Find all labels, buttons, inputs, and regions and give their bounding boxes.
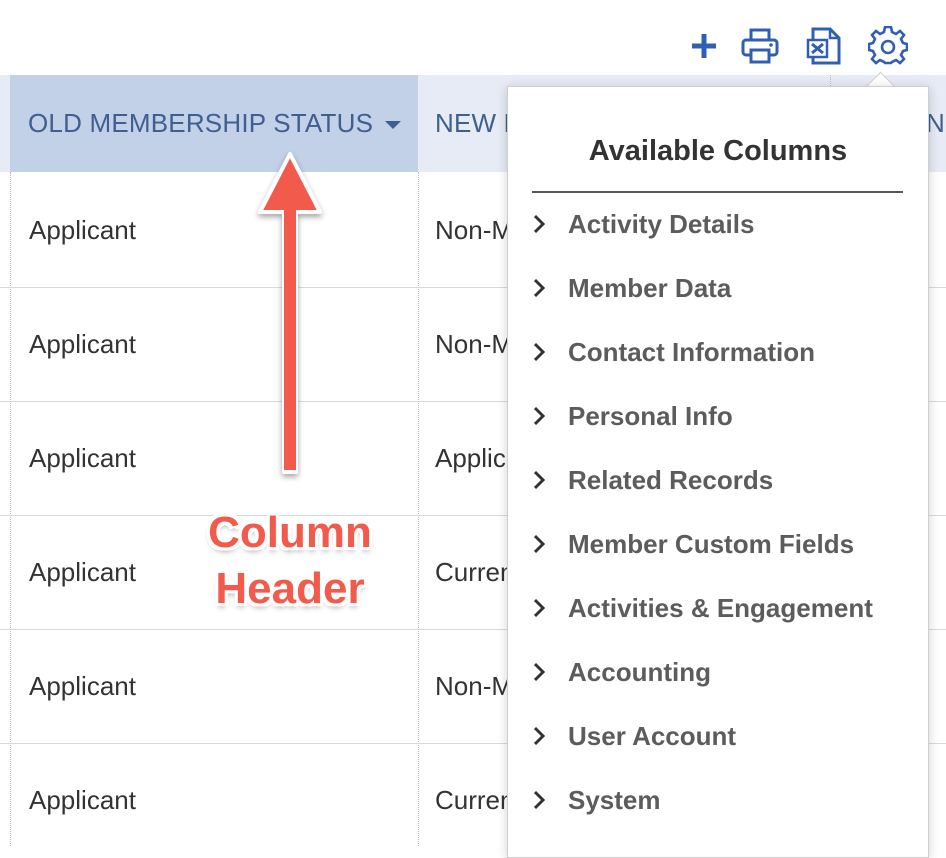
available-columns-panel: Available Columns Activity Details Membe… [507, 86, 929, 858]
cell-old-status: Applicant [29, 215, 136, 245]
chevron-right-icon [533, 342, 546, 362]
menu-item-label: User Account [568, 720, 737, 751]
menu-item-activity-details[interactable]: Activity Details [528, 199, 754, 249]
menu-item-activities-engagement[interactable]: Activities & Engagement [528, 583, 873, 633]
menu-item-related-records[interactable]: Related Records [528, 455, 773, 505]
annotation-label: Column Header [170, 505, 410, 617]
cell-old-status: Applicant [29, 443, 136, 473]
panel-title: Available Columns [588, 135, 848, 167]
menu-item-label: Member Data [568, 272, 732, 303]
chevron-right-icon [533, 726, 546, 746]
annotation-line-1: Column [208, 508, 372, 557]
menu-item-label: Contact Information [568, 336, 815, 367]
cell-old-status: Applicant [29, 557, 136, 587]
column-divider [418, 172, 419, 846]
cell-new-status: Applicant [435, 443, 507, 473]
cell-new-status: Non-Member [435, 215, 507, 245]
annotation-line-2: Header [215, 564, 365, 613]
menu-item-personal-info[interactable]: Personal Info [528, 391, 733, 441]
column-header-label: OLD MEMBERSHIP STATUS [28, 108, 374, 138]
chevron-right-icon [533, 790, 546, 810]
menu-item-user-account[interactable]: User Account [528, 711, 736, 761]
menu-item-member-custom-fields[interactable]: Member Custom Fields [528, 519, 854, 569]
cell-old-status: Applicant [29, 671, 136, 701]
column-divider [10, 172, 11, 846]
chevron-right-icon [533, 598, 546, 618]
column-header-old-membership-status[interactable]: OLD MEMBERSHIP STATUS [10, 75, 418, 172]
toolbar [0, 0, 946, 75]
gear-icon[interactable] [868, 26, 908, 66]
annotation-arrow-icon [258, 152, 322, 474]
menu-item-accounting[interactable]: Accounting [528, 647, 711, 697]
cell-old-status: Applicant [29, 329, 136, 359]
menu-item-label: Accounting [568, 656, 711, 687]
cell-old-status: Applicant [29, 785, 136, 815]
cell-new-status: Current [435, 557, 507, 587]
menu-item-label: Member Custom Fields [568, 528, 855, 559]
excel-icon[interactable] [804, 26, 844, 66]
chevron-right-icon [533, 278, 546, 298]
plus-icon[interactable] [684, 26, 724, 66]
menu-item-system[interactable]: System [528, 775, 661, 825]
cell-new-status: Current [435, 785, 507, 815]
chevron-right-icon [533, 662, 546, 682]
chevron-right-icon [533, 534, 546, 554]
sort-caret-icon[interactable] [385, 120, 402, 129]
menu-item-label: System [568, 784, 661, 815]
menu-item-label: Related Records [568, 464, 774, 495]
chevron-right-icon [533, 470, 546, 490]
cell-new-status: Non-Member [435, 329, 507, 359]
menu-item-label: Personal Info [568, 400, 733, 431]
menu-item-member-data[interactable]: Member Data [528, 263, 731, 313]
cell-new-status: Non-Member [435, 671, 507, 701]
chevron-right-icon [533, 406, 546, 426]
menu-item-label: Activities & Engagement [568, 592, 873, 623]
print-icon[interactable] [740, 26, 780, 66]
panel-divider [532, 191, 903, 193]
menu-item-contact-information[interactable]: Contact Information [528, 327, 815, 377]
menu-item-label: Activity Details [568, 208, 755, 239]
chevron-right-icon [533, 214, 546, 234]
